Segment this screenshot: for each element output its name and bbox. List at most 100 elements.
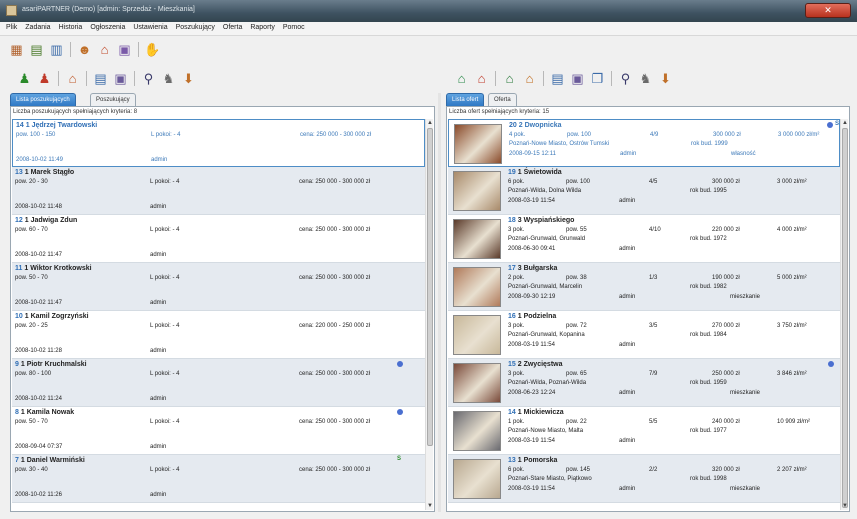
- offer-row[interactable]: 13 1 Pomorska 6 pok. pow. 145 2/2 320 000 zł…: [448, 455, 840, 503]
- menu-item[interactable]: Raporty: [246, 22, 279, 31]
- tab-seeker[interactable]: Poszukujący: [90, 93, 136, 106]
- house-edit-icon[interactable]: ⌂: [501, 70, 518, 87]
- filter-icon[interactable]: ⬇: [180, 70, 197, 87]
- magnify-icon[interactable]: ⚲: [617, 70, 634, 87]
- scroll-up-icon[interactable]: ▲: [426, 119, 434, 127]
- offer-rooms: 6 pok.: [508, 467, 525, 473]
- printer-icon[interactable]: ▣: [569, 70, 586, 87]
- house-search-icon[interactable]: ⌂: [96, 41, 113, 58]
- seeker-row[interactable]: 13 1 Marek Stągło pow. 20 - 30 L pokoi: - …: [12, 167, 425, 215]
- offer-title: 13 1 Pomorska: [508, 457, 557, 464]
- document-icon[interactable]: ▣: [116, 41, 133, 58]
- offer-date: 2008-06-23 12:24: [508, 390, 556, 396]
- seeker-row[interactable]: 10 1 Kamil Zogrzyński pow. 20 - 25 L pokoi…: [12, 311, 425, 359]
- left-toolbar: ♟ ♟ ⌂ ▤ ▣ ⚲ ♞ ⬇: [16, 67, 200, 89]
- offer-row[interactable]: 15 2 Zwycięstwa 3 pok. pow. 65 7/9 250 000 z…: [448, 359, 840, 407]
- tab-offer-list[interactable]: Lista ofert: [446, 93, 485, 106]
- tab-search-list[interactable]: Lista poszukujących: [10, 93, 76, 106]
- toolbar-separator: [134, 70, 135, 86]
- print-icon[interactable]: ▤: [92, 70, 109, 87]
- offer-rooms: 3 pok.: [508, 227, 525, 233]
- seeker-rooms: L pokoi: - 4: [150, 467, 180, 473]
- offer-street: 1 Mickiewicza: [517, 409, 564, 416]
- house-person-icon[interactable]: ⌂: [64, 70, 81, 87]
- search-person-icon[interactable]: ♞: [160, 70, 177, 87]
- house-add-icon[interactable]: ⌂: [453, 70, 470, 87]
- people-icon[interactable]: ☻: [76, 41, 93, 58]
- seeker-id: 9: [15, 361, 19, 368]
- offer-row[interactable]: 16 1 Podzielna 3 pok. pow. 72 3/5 270 000 zł…: [448, 311, 840, 359]
- scroll-thumb[interactable]: [842, 128, 848, 508]
- seeker-row[interactable]: 11 1 Wiktor Krotkowski pow. 50 - 70 L poko…: [12, 263, 425, 311]
- seeker-row[interactable]: 8 1 Kamila Nowak pow. 50 - 70 L pokoi: - 4…: [12, 407, 425, 455]
- offer-area: pow. 100: [566, 179, 591, 185]
- offer-row[interactable]: 17 3 Bułgarska 2 pok. pow. 38 1/3 190 000 zł…: [448, 263, 840, 311]
- seeker-name: 1 Kamila Nowak: [20, 409, 75, 416]
- offer-location: Poznań-Grunwald, Grunwald: [508, 236, 586, 242]
- offer-id: 17: [508, 265, 516, 272]
- offer-row[interactable]: 18 3 Wyspiańskiego 3 pok. pow. 55 4/10 220 0…: [448, 215, 840, 263]
- seekers-scrollbar[interactable]: ▲ ▼: [425, 119, 433, 510]
- menu-item[interactable]: Ustawienia: [129, 22, 171, 31]
- scroll-down-icon[interactable]: ▼: [841, 502, 849, 510]
- scroll-thumb[interactable]: [427, 128, 433, 446]
- remove-person-icon[interactable]: ♟: [36, 70, 53, 87]
- hand-icon[interactable]: ✋: [144, 41, 161, 58]
- seeker-id: 13: [15, 169, 23, 176]
- offer-price-per-m2: 4 000 zł/m²: [777, 227, 807, 233]
- filter-icon[interactable]: ⬇: [657, 70, 674, 87]
- offer-price-per-m2: 3 750 zł/m²: [777, 323, 807, 329]
- seeker-date: 2008-09-04 07:37: [15, 444, 63, 450]
- offer-location: Poznań-Wilda, Dolna Wilda: [508, 188, 582, 194]
- offer-title: 15 2 Zwycięstwa: [508, 361, 563, 368]
- magnify-icon[interactable]: ⚲: [140, 70, 157, 87]
- offer-street: 3 Wyspiańskiego: [517, 217, 575, 224]
- menu-item[interactable]: Pomoc: [279, 22, 309, 31]
- offer-street: 3 Bułgarska: [517, 265, 558, 272]
- printer-icon[interactable]: ▣: [112, 70, 129, 87]
- seeker-row[interactable]: 14 1 Jędrzej Twardowski pow. 100 - 150 L p…: [12, 119, 425, 167]
- seeker-id: 11: [15, 265, 23, 272]
- menu-item[interactable]: Plik: [0, 22, 21, 31]
- panel-splitter[interactable]: [438, 93, 441, 512]
- list-icon[interactable]: ▥: [48, 41, 65, 58]
- seeker-area: pow. 80 - 100: [15, 371, 52, 377]
- tab-offer[interactable]: Oferta: [488, 93, 517, 106]
- house-remove-icon[interactable]: ⌂: [473, 70, 490, 87]
- offer-floor: 3/5: [649, 323, 658, 329]
- offer-row[interactable]: 19 1 Świetowida 6 pok. pow. 100 4/5 300 000 …: [448, 167, 840, 215]
- status-flag: S: [834, 121, 839, 127]
- offer-date: 2008-06-30 09:41: [508, 246, 556, 252]
- house-key-icon[interactable]: ⌂: [521, 70, 538, 87]
- offer-date: 2008-03-19 11:54: [508, 198, 555, 204]
- offers-scrollbar[interactable]: ▲ ▼: [840, 119, 848, 510]
- menu-item[interactable]: Historia: [55, 22, 87, 31]
- scroll-up-icon[interactable]: ▲: [841, 119, 849, 127]
- status-flag: S: [396, 456, 401, 462]
- status-dot-icon: [397, 409, 403, 415]
- offer-row[interactable]: 14 1 Mickiewicza 1 pok. pow. 22 5/5 240 000 …: [448, 407, 840, 455]
- offer-date: 2008-09-15 12:11: [509, 151, 556, 157]
- offer-row[interactable]: 20 2 Dwopnicka 4 pok. pow. 100 4/9 300 000 z…: [448, 119, 840, 167]
- seeker-row[interactable]: 12 1 Jadwiga Zdun pow. 60 - 70 L pokoi: - …: [12, 215, 425, 263]
- calendar-icon[interactable]: ▤: [28, 41, 45, 58]
- print-icon[interactable]: ▤: [549, 70, 566, 87]
- menu-bar: Plik Zadania Historia Ogłoszenia Ustawienia P…: [0, 22, 857, 36]
- seeker-user: admin: [150, 252, 167, 258]
- seekers-count: Liczba poszukujących spełniających kryte…: [13, 109, 138, 115]
- scroll-down-icon[interactable]: ▼: [426, 502, 434, 510]
- menu-item[interactable]: Zadania: [21, 22, 54, 31]
- seeker-row[interactable]: 9 1 Piotr Kruchmalski pow. 80 - 100 L poko…: [12, 359, 425, 407]
- close-button[interactable]: ✕: [805, 3, 851, 18]
- seeker-row[interactable]: 7 1 Daniel Warmiński pow. 30 - 40 L pokoi:…: [12, 455, 425, 503]
- menu-item[interactable]: Poszukujący: [172, 22, 219, 31]
- grid-icon[interactable]: ▦: [8, 41, 25, 58]
- seeker-date: 2008-10-02 11:24: [15, 396, 62, 402]
- copy-icon[interactable]: ❐: [589, 70, 606, 87]
- add-person-icon[interactable]: ♟: [16, 70, 33, 87]
- menu-item[interactable]: Ogłoszenia: [86, 22, 129, 31]
- seeker-price: cena: 220 000 - 250 000 zł: [299, 323, 371, 329]
- search-person-icon[interactable]: ♞: [637, 70, 654, 87]
- menu-item[interactable]: Oferta: [219, 22, 246, 31]
- seeker-user: admin: [150, 492, 167, 498]
